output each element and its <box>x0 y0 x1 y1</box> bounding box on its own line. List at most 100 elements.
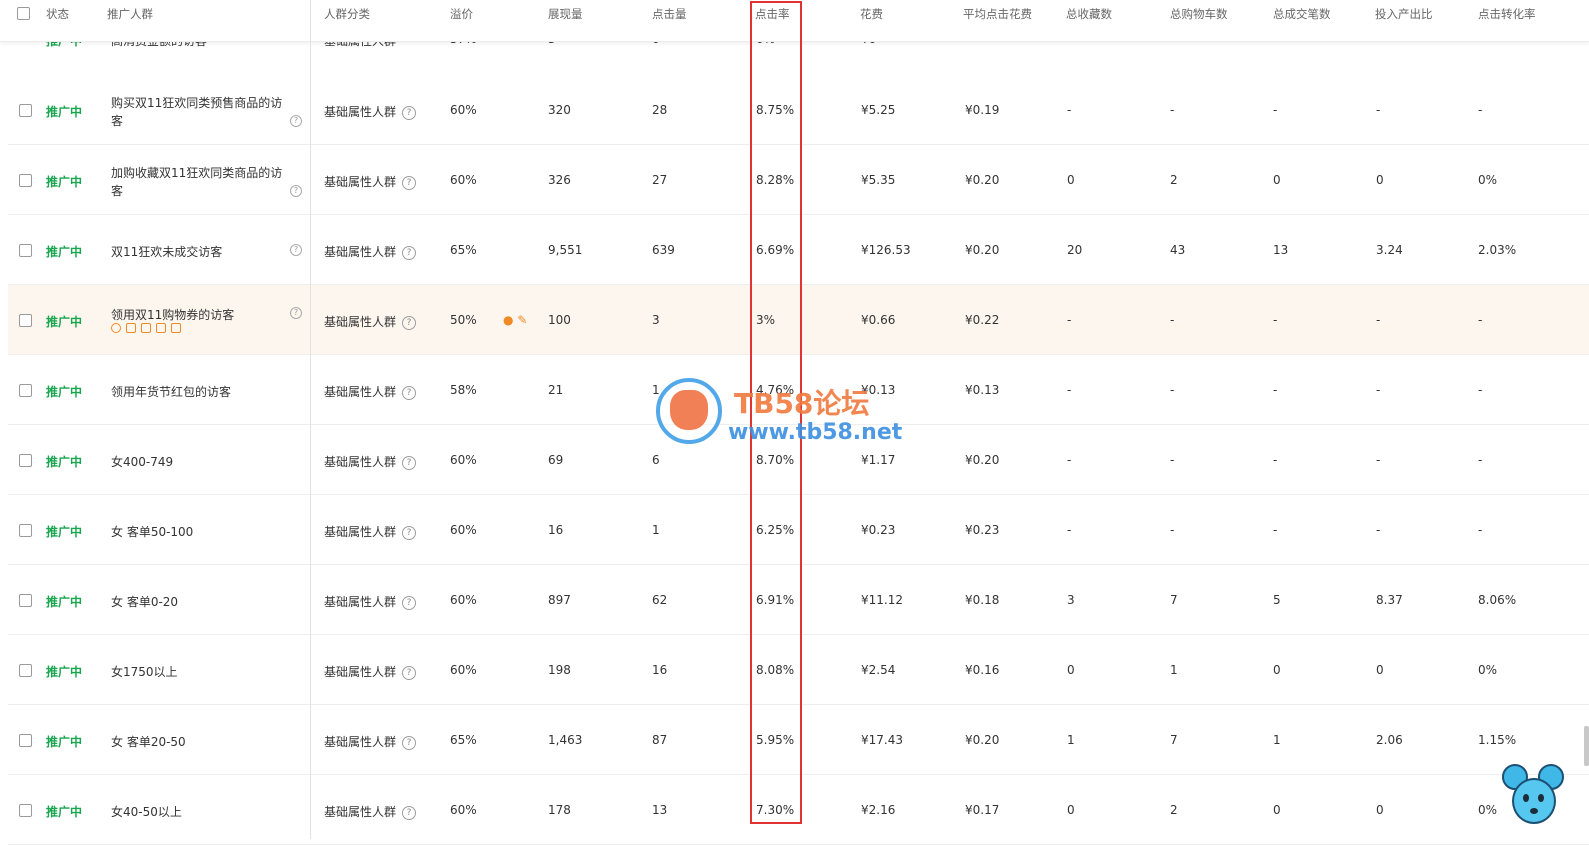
help-icon[interactable]: ? <box>402 665 417 680</box>
table-row[interactable]: 推广中 购买双11狂欢同类预售商品的访 客 ? 基础属性人群? 60% 320 … <box>8 75 1589 145</box>
row-actions <box>111 322 186 336</box>
premium-value[interactable]: 60% <box>450 103 477 117</box>
table-row[interactable]: 推广中 加购收藏双11狂欢同类商品的访 客 ? 基础属性人群? 60% 326 … <box>8 145 1589 215</box>
table-row[interactable]: 推广中 女 客单20-50 基础属性人群? 65% 1,463 87 5.95%… <box>8 705 1589 775</box>
assistant-mascot-icon[interactable] <box>1500 760 1564 830</box>
audience-name-cont[interactable]: 客 <box>111 112 123 129</box>
roi-value: 8.37 <box>1376 593 1403 607</box>
select-all-checkbox[interactable] <box>17 7 30 20</box>
audience-name[interactable]: 女400-749 <box>111 453 173 470</box>
premium-value[interactable]: 65% <box>450 733 477 747</box>
premium-value[interactable]: 60% <box>450 173 477 187</box>
header-premium[interactable]: 溢价 <box>450 6 473 22</box>
impressions-value: 16 <box>548 523 564 537</box>
audience-name[interactable]: 女 客单0-20 <box>111 593 178 610</box>
row-checkbox[interactable] <box>19 104 32 117</box>
audience-name-cont[interactable]: 客 <box>111 182 123 199</box>
help-icon[interactable]: ? <box>402 525 417 540</box>
copy-icon[interactable] <box>156 323 166 333</box>
header-audience[interactable]: 推广人群 <box>107 6 153 22</box>
help-icon[interactable]: ? <box>402 105 417 120</box>
avg-cpc-value: ¥0.20 <box>965 243 1000 257</box>
avg-cpc-value: ¥0.20 <box>965 733 1000 747</box>
help-icon[interactable]: ? <box>290 307 302 319</box>
premium-value[interactable]: 65% <box>450 243 477 257</box>
delete-icon[interactable] <box>171 323 181 333</box>
help-icon[interactable]: ? <box>402 385 417 400</box>
row-checkbox[interactable] <box>19 314 32 327</box>
row-checkbox[interactable] <box>19 454 32 467</box>
clicks-value: 62 <box>652 593 668 607</box>
premium-value[interactable]: 60% <box>450 593 477 607</box>
edit-icon[interactable]: ✎ <box>517 313 527 327</box>
premium-value[interactable]: 60% <box>450 523 477 537</box>
audience-name[interactable]: 女1750以上 <box>111 663 178 680</box>
cost-value: ¥0.13 <box>861 383 896 397</box>
help-icon[interactable]: ? <box>402 245 417 260</box>
header-category[interactable]: 人群分类 <box>324 6 370 22</box>
header-cost[interactable]: 花费 <box>860 6 883 22</box>
audience-icon[interactable]: ● <box>503 313 513 327</box>
chart-icon[interactable] <box>126 323 136 333</box>
status-label: 推广中 <box>46 385 83 399</box>
row-checkbox[interactable] <box>19 244 32 257</box>
audience-name[interactable]: 加购收藏双11狂欢同类商品的访 <box>111 164 282 181</box>
table-row[interactable]: 推广中 领用年货节红包的访客 基础属性人群? 58% 21 1 4.76% ¥0… <box>8 355 1589 425</box>
audience-name[interactable]: 领用年货节红包的访客 <box>111 383 231 400</box>
audience-name[interactable]: 领用双11购物券的访客 <box>111 306 234 323</box>
table-row[interactable]: 推广中 女 客单50-100 基础属性人群? 60% 16 1 6.25% ¥0… <box>8 495 1589 565</box>
premium-value[interactable]: 60% <box>450 453 477 467</box>
table-row-highlighted[interactable]: 推广中 领用双11购物券的访客 ? 基础属性人群? 50% ● ✎ 100 3 … <box>8 285 1589 355</box>
row-checkbox[interactable] <box>19 384 32 397</box>
header-orders[interactable]: 总成交笔数 <box>1273 6 1331 22</box>
roi-value: 2.06 <box>1376 733 1403 747</box>
premium-value[interactable]: 60% <box>450 803 477 817</box>
audience-name[interactable]: 女 客单50-100 <box>111 523 193 540</box>
header-roi[interactable]: 投入产出比 <box>1375 6 1433 22</box>
pause-icon[interactable] <box>111 323 121 333</box>
roi-value: 0 <box>1376 173 1384 187</box>
table-row[interactable]: 推广中 双11狂欢未成交访客 ? 基础属性人群? 65% 9,551 639 6… <box>8 215 1589 285</box>
clicks-value: 28 <box>652 103 668 117</box>
premium-value[interactable]: 60% <box>450 663 477 677</box>
help-icon[interactable]: ? <box>290 185 302 197</box>
audience-name[interactable]: 女40-50以上 <box>111 803 182 820</box>
ctr-value: 8.75% <box>756 103 795 117</box>
audience-name[interactable]: 女 客单20-50 <box>111 733 186 750</box>
row-checkbox[interactable] <box>19 734 32 747</box>
row-checkbox[interactable] <box>19 524 32 537</box>
premium-value[interactable]: 58% <box>450 383 477 397</box>
vertical-scrollbar-thumb[interactable] <box>1584 726 1589 766</box>
header-avg-cpc[interactable]: 平均点击花费 <box>963 6 1032 22</box>
audience-category: 基础属性人群? <box>324 453 417 470</box>
help-icon[interactable]: ? <box>402 315 417 330</box>
header-cart[interactable]: 总购物车数 <box>1170 6 1228 22</box>
premium-value[interactable]: 50% <box>450 313 477 327</box>
header-favorites[interactable]: 总收藏数 <box>1066 6 1112 22</box>
header-impressions[interactable]: 展现量 <box>548 6 583 22</box>
row-checkbox[interactable] <box>19 174 32 187</box>
header-ctr[interactable]: 点击率 <box>755 6 790 22</box>
table-row[interactable]: 推广中 女 客单0-20 基础属性人群? 60% 897 62 6.91% ¥1… <box>8 565 1589 635</box>
help-icon[interactable]: ? <box>290 115 302 127</box>
table-row[interactable]: 推广中 女40-50以上 基础属性人群? 60% 178 13 7.30% ¥2… <box>8 775 1589 845</box>
audience-name[interactable]: 双11狂欢未成交访客 <box>111 243 222 260</box>
row-checkbox[interactable] <box>19 664 32 677</box>
report-icon[interactable] <box>141 323 151 333</box>
header-cvr[interactable]: 点击转化率 <box>1478 6 1536 22</box>
table-row[interactable]: 推广中 女1750以上 基础属性人群? 60% 198 16 8.08% ¥2.… <box>8 635 1589 705</box>
help-icon[interactable]: ? <box>402 735 417 750</box>
help-icon[interactable]: ? <box>402 175 417 190</box>
help-icon[interactable]: ? <box>290 244 302 256</box>
row-checkbox[interactable] <box>19 594 32 607</box>
help-icon[interactable]: ? <box>402 595 417 610</box>
help-icon[interactable]: ? <box>402 455 417 470</box>
audience-name[interactable]: 购买双11狂欢同类预售商品的访 <box>111 94 282 111</box>
header-status[interactable]: 状态 <box>46 6 69 22</box>
row-checkbox[interactable] <box>19 804 32 817</box>
roi-value: - <box>1376 523 1381 537</box>
table-row[interactable]: 推广中 女400-749 基础属性人群? 60% 69 6 8.70% ¥1.1… <box>8 425 1589 495</box>
header-clicks[interactable]: 点击量 <box>652 6 687 22</box>
help-icon[interactable]: ? <box>402 805 417 820</box>
avg-cpc-value: ¥0.16 <box>965 663 1000 677</box>
